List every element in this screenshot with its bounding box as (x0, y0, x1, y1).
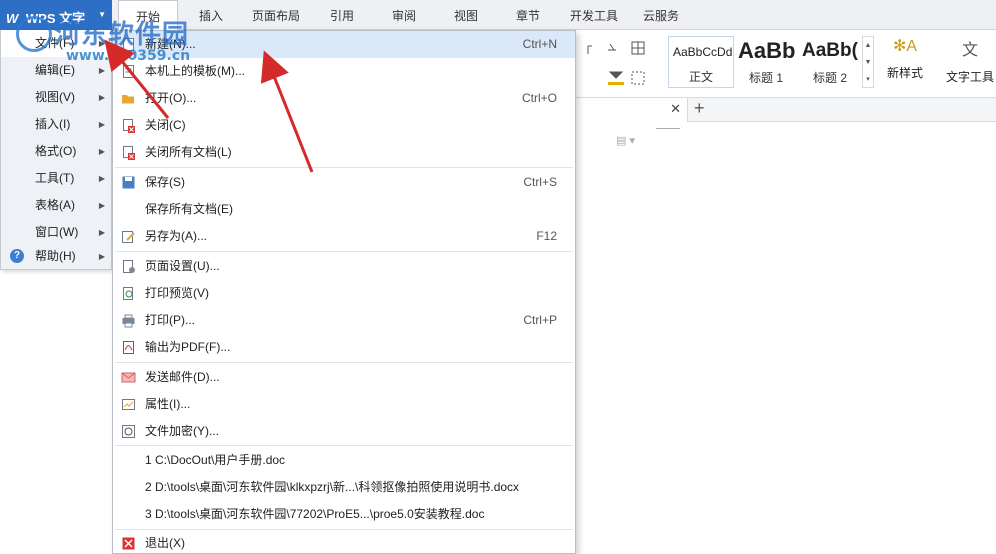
encrypt-icon (122, 425, 135, 438)
file-properties[interactable]: 属性(I)... (113, 391, 575, 418)
tab-chapter[interactable]: 章节 (504, 0, 552, 30)
menu-item-format[interactable]: 格式(O) ▶ (1, 138, 111, 165)
page-setup-icon (123, 260, 135, 273)
file-send-mail[interactable]: 发送邮件(D)... (113, 364, 575, 391)
menu-separator (115, 167, 573, 168)
help-icon: ? (10, 249, 24, 263)
menu-separator (115, 445, 573, 446)
exit-icon (122, 537, 135, 550)
style-gallery-scroll[interactable]: ▲ ▼ ▾ (862, 36, 874, 88)
file-print[interactable]: 打印(P)... Ctrl+P (113, 307, 575, 334)
recent-file-2[interactable]: 2 D:\tools\桌面\河东软件园\klkxpzrj\新...\科领抠像拍照… (113, 474, 575, 501)
style-heading-2[interactable]: AaBb( 标题 2 (800, 36, 860, 88)
wps-logo-icon: W (6, 11, 19, 26)
close-tab-icon[interactable]: ✕ (670, 101, 681, 117)
print-preview-icon (123, 287, 133, 300)
watermark-title: 河东软件园 (54, 20, 190, 50)
tab-review[interactable]: 审阅 (380, 0, 428, 30)
tab-page-layout[interactable]: 页面布局 (244, 0, 308, 30)
watermark-logo-icon (16, 16, 52, 52)
add-tab-icon[interactable]: + (694, 98, 705, 119)
chevron-right-icon: ▶ (98, 252, 105, 261)
chevron-right-icon: ▶ (98, 120, 105, 129)
file-encrypt[interactable]: 文件加密(Y)... (113, 418, 575, 445)
tab-cloud-service[interactable]: 云服务 (636, 0, 686, 30)
menu-item-help[interactable]: ? 帮助(H) ▶ (1, 243, 111, 270)
style-normal[interactable]: AaBbCcDd 正文 (668, 36, 734, 88)
file-save-as[interactable]: 另存为(A)... F12 (113, 223, 575, 250)
menu-item-tools[interactable]: 工具(T) ▶ (1, 165, 111, 192)
new-style-button[interactable]: ✻A 新样式 (880, 36, 930, 81)
text-tools-button[interactable]: 文 文字工具 (944, 36, 996, 85)
chevron-right-icon: ▶ (98, 228, 105, 237)
file-save[interactable]: 保存(S) Ctrl+S (113, 169, 575, 196)
chevron-right-icon: ▶ (98, 93, 105, 102)
menu-item-table[interactable]: 表格(A) ▶ (1, 192, 111, 219)
folder-open-icon (122, 95, 134, 104)
text-tools-icon: 文 (961, 42, 978, 59)
menu-item-view[interactable]: 视图(V) ▶ (1, 84, 111, 111)
template-icon (123, 65, 134, 78)
tab-developer[interactable]: 开发工具 (564, 0, 624, 30)
new-style-icon: ✻A (892, 38, 918, 55)
style-heading-1[interactable]: AaBb 标题 1 (736, 36, 796, 88)
app-menu: 文件(F) ▶ 编辑(E) ▶ 视图(V) ▶ 插入(I) ▶ 格式(O) ▶ 工具(T)… (0, 30, 112, 270)
paragraph-tools-icon[interactable] (580, 36, 665, 96)
menu-separator (115, 251, 573, 252)
watermark-url: www.pc0359.cn (66, 48, 191, 64)
pdf-icon (123, 341, 134, 354)
properties-icon (122, 399, 135, 410)
mail-icon (121, 372, 136, 383)
close-all-documents-icon (123, 146, 135, 160)
menu-item-insert[interactable]: 插入(I) ▶ (1, 111, 111, 138)
tab-view[interactable]: 视图 (442, 0, 490, 30)
doc-layout-icon[interactable]: ▤ ▾ (616, 134, 635, 147)
save-icon (122, 176, 135, 189)
document-tab[interactable]: ✕ (576, 98, 688, 122)
file-exit[interactable]: 退出(X) (113, 530, 575, 554)
tab-references[interactable]: 引用 (318, 0, 366, 30)
menu-item-window[interactable]: 窗口(W) ▶ (1, 219, 111, 246)
file-export-pdf[interactable]: 输出为PDF(F)... (113, 334, 575, 361)
page-corner-mark (656, 128, 680, 129)
file-close-all[interactable]: 关闭所有文档(L) (113, 139, 575, 166)
recent-file-3[interactable]: 3 D:\tools\桌面\河东软件园\77202\ProE5...\proe5… (113, 501, 575, 528)
close-document-icon (123, 119, 135, 133)
file-open[interactable]: 打开(O)... Ctrl+O (113, 85, 575, 112)
save-as-icon (122, 231, 135, 243)
file-submenu: 新建(N)... Ctrl+N 本机上的模板(M)... 打开(O)... Ctrl… (112, 30, 576, 554)
chevron-right-icon: ▶ (98, 147, 105, 156)
menu-separator (115, 362, 573, 363)
tab-insert[interactable]: 插入 (186, 0, 236, 30)
chevron-right-icon: ▶ (98, 174, 105, 183)
file-page-setup[interactable]: 页面设置(U)... (113, 253, 575, 280)
printer-icon (122, 314, 135, 328)
file-print-preview[interactable]: 打印预览(V) (113, 280, 575, 307)
chevron-right-icon: ▶ (98, 201, 105, 210)
file-save-all[interactable]: 保存所有文档(E) (113, 196, 575, 223)
recent-file-1[interactable]: 1 C:\DocOut\用户手册.doc (113, 447, 575, 474)
file-close[interactable]: 关闭(C) (113, 112, 575, 139)
